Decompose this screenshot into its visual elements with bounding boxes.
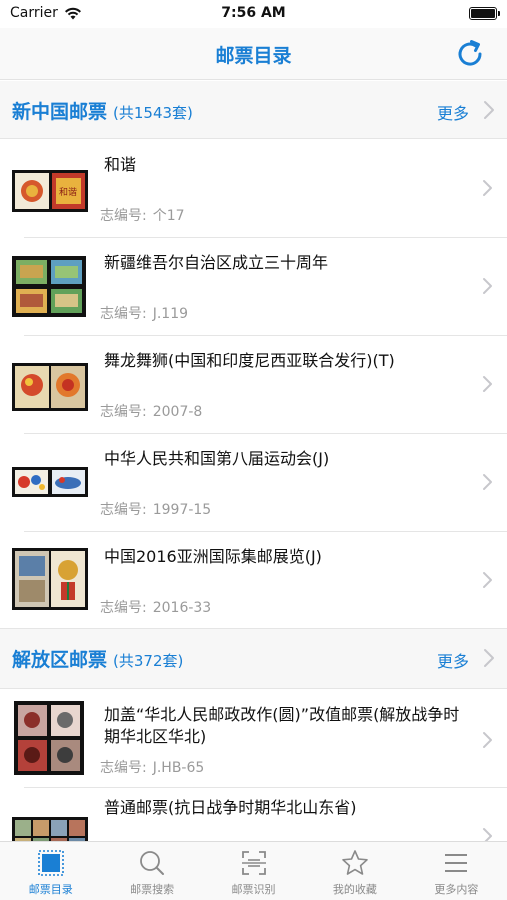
item-meta-label: 志编号: [100, 306, 147, 322]
tab-my-favorites[interactable]: 我的收藏 [304, 842, 405, 900]
star-icon [342, 850, 368, 875]
section-title-text: 新中国邮票 [12, 101, 108, 123]
section-title: 解放区邮票 (共372套) [12, 645, 183, 672]
menu-icon [445, 854, 468, 872]
chevron-right-icon [483, 572, 492, 588]
tab-label: 邮票识别 [231, 883, 276, 896]
chevron-right-icon[interactable] [483, 100, 495, 120]
stamp-thumbnail [12, 467, 88, 497]
stamp-thumbnail [12, 256, 86, 317]
tab-stamp-recognition[interactable]: 邮票识别 [203, 842, 304, 900]
list-item[interactable]: 普通邮票(抗日战争时期华北山东省) [0, 787, 507, 841]
item-meta-label: 志编号: [100, 502, 147, 518]
tab-label: 邮票搜索 [130, 883, 175, 896]
list-item[interactable]: 中国2016亚洲国际集邮展览(J) 志编号: 2016-33 [0, 531, 507, 629]
item-meta: 志编号: J.119 [100, 303, 188, 323]
item-title: 中国2016亚洲国际集邮展览(J) [104, 547, 322, 566]
tab-stamp-catalog[interactable]: 邮票目录 [0, 842, 101, 900]
item-meta-value: 2007-8 [152, 404, 203, 420]
tab-stamp-search[interactable]: 邮票搜索 [101, 842, 202, 900]
scan-icon [241, 851, 266, 875]
item-meta-value: J.119 [152, 306, 189, 322]
page-title: 邮票目录 [215, 45, 292, 67]
chevron-right-icon [483, 732, 492, 748]
section-header-liberated-area: 解放区邮票 (共372套) 更多 [0, 629, 507, 689]
stamp-catalog-icon [37, 850, 64, 876]
section-more-link[interactable]: 更多 [437, 648, 469, 672]
section-count: (共1543套) [113, 104, 193, 122]
chevron-right-icon [483, 828, 492, 841]
list-item[interactable]: 中华人民共和国第八届运动会(J) 志编号: 1997-15 [0, 433, 507, 532]
status-bar: Carrier 7:56 AM [0, 0, 507, 28]
item-title: 中华人民共和国第八届运动会(J) [104, 449, 330, 468]
list-item[interactable]: 加盖“华北人民邮政改作(圆)”改值邮票(解放战争时期华北区华北) 志编号: J.H… [0, 689, 507, 788]
section-title: 新中国邮票 (共1543套) [12, 97, 193, 124]
chevron-right-icon [483, 180, 492, 196]
item-meta: 志编号: 2007-8 [100, 401, 202, 421]
item-meta-label: 志编号: [100, 760, 147, 776]
item-meta: 志编号: 个17 [100, 205, 185, 225]
section-count: (共372套) [113, 652, 184, 670]
section-title-text: 解放区邮票 [12, 649, 108, 671]
tab-label: 更多内容 [434, 883, 479, 896]
chevron-right-icon [483, 376, 492, 392]
item-meta: 志编号: 2016-33 [100, 597, 211, 617]
list-item[interactable]: 和谐 和谐 志编号: 个17 [0, 139, 507, 238]
list-item[interactable]: 舞龙舞狮(中国和印度尼西亚联合发行)(T) 志编号: 2007-8 [0, 335, 507, 434]
item-meta-value: 个17 [152, 208, 185, 224]
item-title: 新疆维吾尔自治区成立三十周年 [104, 253, 329, 272]
tab-more-content[interactable]: 更多内容 [406, 842, 507, 900]
refresh-icon [458, 40, 482, 66]
stamp-catalog-list[interactable]: 新中国邮票 (共1543套) 更多 和谐 和谐 志编号: 个17 新疆维吾尔自治… [0, 81, 507, 841]
item-title: 舞龙舞狮(中国和印度尼西亚联合发行)(T) [104, 351, 395, 370]
item-meta: 志编号: 1997-15 [100, 499, 211, 519]
status-time: 7:56 AM [221, 5, 286, 21]
stamp-thumbnail [12, 817, 88, 841]
svg-text:和谐: 和谐 [59, 187, 77, 198]
item-meta-label: 志编号: [100, 600, 147, 616]
item-meta-value: J.HB-65 [152, 760, 205, 776]
stamp-thumbnail [12, 548, 88, 610]
section-more-link[interactable]: 更多 [437, 100, 469, 124]
item-meta-value: 1997-15 [152, 502, 212, 518]
chevron-right-icon [483, 278, 492, 294]
item-meta-label: 志编号: [100, 404, 147, 420]
item-title: 普通邮票(抗日战争时期华北山东省) [104, 798, 357, 817]
item-title: 和谐 [104, 155, 137, 174]
chevron-right-icon [483, 474, 492, 490]
search-icon [140, 851, 165, 875]
item-title: 加盖“华北人民邮政改作(圆)”改值邮票(解放战争时期华北区华北) [104, 705, 460, 746]
item-meta: 志编号: J.HB-65 [100, 757, 204, 777]
item-meta-value: 2016-33 [152, 600, 212, 616]
stamp-thumbnail [14, 701, 84, 775]
battery-icon [469, 7, 500, 20]
chevron-right-icon[interactable] [483, 648, 495, 668]
stamp-thumbnail [12, 363, 88, 411]
stamp-thumbnail: 和谐 [12, 170, 88, 212]
list-item[interactable]: 新疆维吾尔自治区成立三十周年 志编号: J.119 [0, 237, 507, 336]
section-header-new-china: 新中国邮票 (共1543套) 更多 [0, 81, 507, 139]
refresh-button[interactable] [453, 37, 487, 71]
tab-label: 邮票目录 [28, 883, 73, 896]
item-meta-label: 志编号: [100, 208, 147, 224]
tab-bar: 邮票目录 邮票搜索 邮票识别 我的收藏 更多内容 [0, 841, 507, 900]
navigation-bar: 邮票目录 [0, 28, 507, 80]
tab-label: 我的收藏 [332, 883, 377, 896]
